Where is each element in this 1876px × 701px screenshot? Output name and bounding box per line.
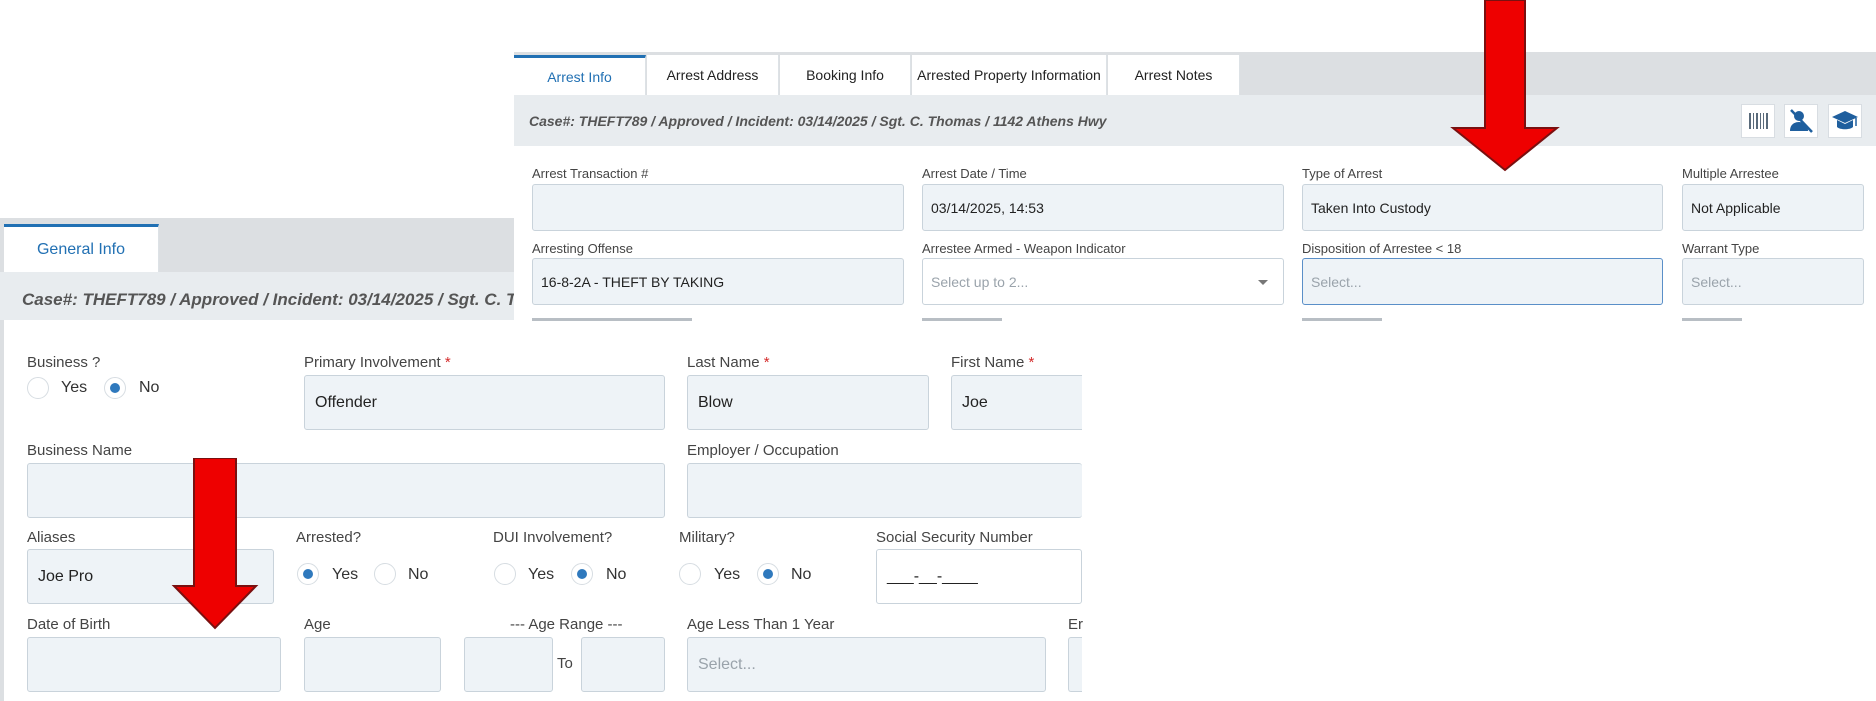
employer-label: Employer / Occupation	[687, 442, 839, 459]
left-border	[0, 320, 4, 701]
multiple-arrestee-label: Multiple Arrestee	[1682, 166, 1779, 181]
type-of-arrest-label: Type of Arrest	[1302, 166, 1383, 181]
dui-yes-radio[interactable]	[494, 563, 516, 585]
user-remove-icon	[1790, 109, 1813, 133]
transaction-field[interactable]	[532, 184, 904, 231]
business-yes-radio[interactable]	[27, 377, 49, 399]
primary-involvement-text: Primary Involvement	[304, 354, 441, 371]
tab-arrest-address[interactable]: Arrest Address	[647, 55, 779, 95]
dui-no-radio[interactable]	[571, 563, 593, 585]
type-of-arrest-value: Taken Into Custody	[1311, 199, 1431, 216]
last-name-value: Blow	[698, 393, 733, 411]
disposition-placeholder: Select...	[1311, 273, 1362, 290]
remove-person-button[interactable]	[1784, 104, 1818, 138]
warrant-type-select[interactable]: Select...	[1682, 258, 1864, 305]
age-less-select[interactable]: Select...	[687, 637, 1046, 692]
arrested-label: Arrested?	[296, 529, 362, 546]
business-label: Business ?	[27, 354, 101, 371]
required-mark: *	[1028, 354, 1035, 371]
warrant-type-label: Warrant Type	[1682, 241, 1760, 256]
primary-involvement-field[interactable]: Offender	[304, 375, 665, 430]
arresting-offense-value: 16-8-2A - THEFT BY TAKING	[541, 273, 725, 290]
first-name-text: First Name	[951, 354, 1025, 371]
armed-select[interactable]: Select up to 2...	[922, 258, 1284, 305]
tab-booking-info[interactable]: Booking Info	[780, 55, 911, 95]
business-name-label: Business Name	[27, 442, 133, 459]
ssn-field[interactable]: ___-__-____	[876, 549, 1082, 604]
arresting-offense-label: Arresting Offense	[532, 241, 633, 256]
age-range-to-field[interactable]	[581, 637, 665, 692]
dob-field[interactable]	[27, 637, 281, 692]
business-name-field[interactable]	[27, 463, 665, 518]
partial-label: Er	[1068, 616, 1083, 633]
armed-placeholder: Select up to 2...	[931, 273, 1029, 290]
annotation-arrow-bottom	[171, 458, 259, 630]
training-button[interactable]	[1828, 104, 1862, 138]
required-mark: *	[763, 354, 770, 371]
aliases-label: Aliases	[27, 529, 76, 546]
business-yes-label: Yes	[61, 379, 88, 396]
last-name-text: Last Name	[687, 354, 760, 371]
age-range-label: --- Age Range ---	[510, 616, 623, 633]
age-less-placeholder: Select...	[698, 655, 756, 673]
military-label: Military?	[679, 529, 735, 546]
annotation-arrow-top	[1450, 0, 1560, 172]
age-label: Age	[304, 616, 331, 633]
arrested-no-radio[interactable]	[374, 563, 396, 585]
age-range-to-label: To	[557, 655, 573, 672]
employer-field[interactable]	[687, 463, 1082, 518]
primary-involvement-value: Offender	[315, 393, 377, 411]
military-yes-radio[interactable]	[679, 563, 701, 585]
arrest-date-field[interactable]: 03/14/2025, 14:53	[922, 184, 1284, 231]
warrant-type-placeholder: Select...	[1691, 273, 1742, 290]
tab-arrest-notes[interactable]: Arrest Notes	[1108, 55, 1240, 95]
first-name-field[interactable]: Joe	[951, 375, 1082, 430]
arrest-date-value: 03/14/2025, 14:53	[931, 199, 1044, 216]
arresting-offense-field[interactable]: 16-8-2A - THEFT BY TAKING	[532, 258, 904, 305]
next-row-hint	[532, 318, 1864, 322]
aliases-value: Joe Pro	[38, 567, 94, 585]
arrested-yes-radio[interactable]	[297, 563, 319, 585]
military-no-radio[interactable]	[757, 563, 779, 585]
type-of-arrest-field[interactable]: Taken Into Custody	[1302, 184, 1663, 231]
arrested-no-label: No	[408, 566, 429, 583]
ssn-value: ___-__-____	[887, 567, 978, 585]
arrest-date-label: Arrest Date / Time	[922, 166, 1027, 181]
partial-field[interactable]	[1068, 637, 1082, 692]
last-name-field[interactable]: Blow	[687, 375, 929, 430]
arrested-yes-label: Yes	[332, 566, 359, 583]
primary-involvement-label: Primary Involvement *	[304, 354, 451, 371]
graduation-cap-icon	[1832, 111, 1858, 130]
ssn-label: Social Security Number	[876, 529, 1033, 546]
last-name-label: Last Name *	[687, 354, 770, 371]
barcode-button[interactable]	[1741, 104, 1775, 138]
business-no-label: No	[139, 379, 160, 396]
tab-arrested-property[interactable]: Arrested Property Information	[912, 55, 1107, 95]
armed-label: Arrestee Armed - Weapon Indicator	[922, 241, 1126, 256]
required-mark: *	[444, 354, 451, 371]
dui-yes-label: Yes	[528, 566, 555, 583]
tab-general-info[interactable]: General Info	[4, 224, 159, 272]
age-range-from-field[interactable]	[464, 637, 553, 692]
disposition-select[interactable]: Select...	[1302, 258, 1663, 305]
age-less-label: Age Less Than 1 Year	[687, 616, 835, 633]
military-yes-label: Yes	[714, 566, 741, 583]
business-no-radio[interactable]	[104, 377, 126, 399]
military-no-label: No	[791, 566, 812, 583]
age-field[interactable]	[304, 637, 441, 692]
dui-no-label: No	[606, 566, 627, 583]
disposition-label: Disposition of Arrestee < 18	[1302, 241, 1462, 256]
tab-arrest-info[interactable]: Arrest Info	[514, 55, 646, 95]
arrest-case-banner-text: Case#: THEFT789 / Approved / Incident: 0…	[529, 113, 1107, 129]
dob-label: Date of Birth	[27, 616, 111, 633]
dui-label: DUI Involvement?	[493, 529, 613, 546]
first-name-label: First Name *	[951, 354, 1034, 371]
multiple-arrestee-value: Not Applicable	[1691, 199, 1781, 216]
barcode-icon	[1749, 113, 1768, 129]
case-banner-text: Case#: THEFT789 / Approved / Incident: 0…	[22, 290, 517, 309]
first-name-value: Joe	[962, 393, 988, 411]
chevron-down-icon	[1258, 280, 1268, 285]
multiple-arrestee-field[interactable]: Not Applicable	[1682, 184, 1864, 231]
transaction-label: Arrest Transaction #	[532, 166, 649, 181]
